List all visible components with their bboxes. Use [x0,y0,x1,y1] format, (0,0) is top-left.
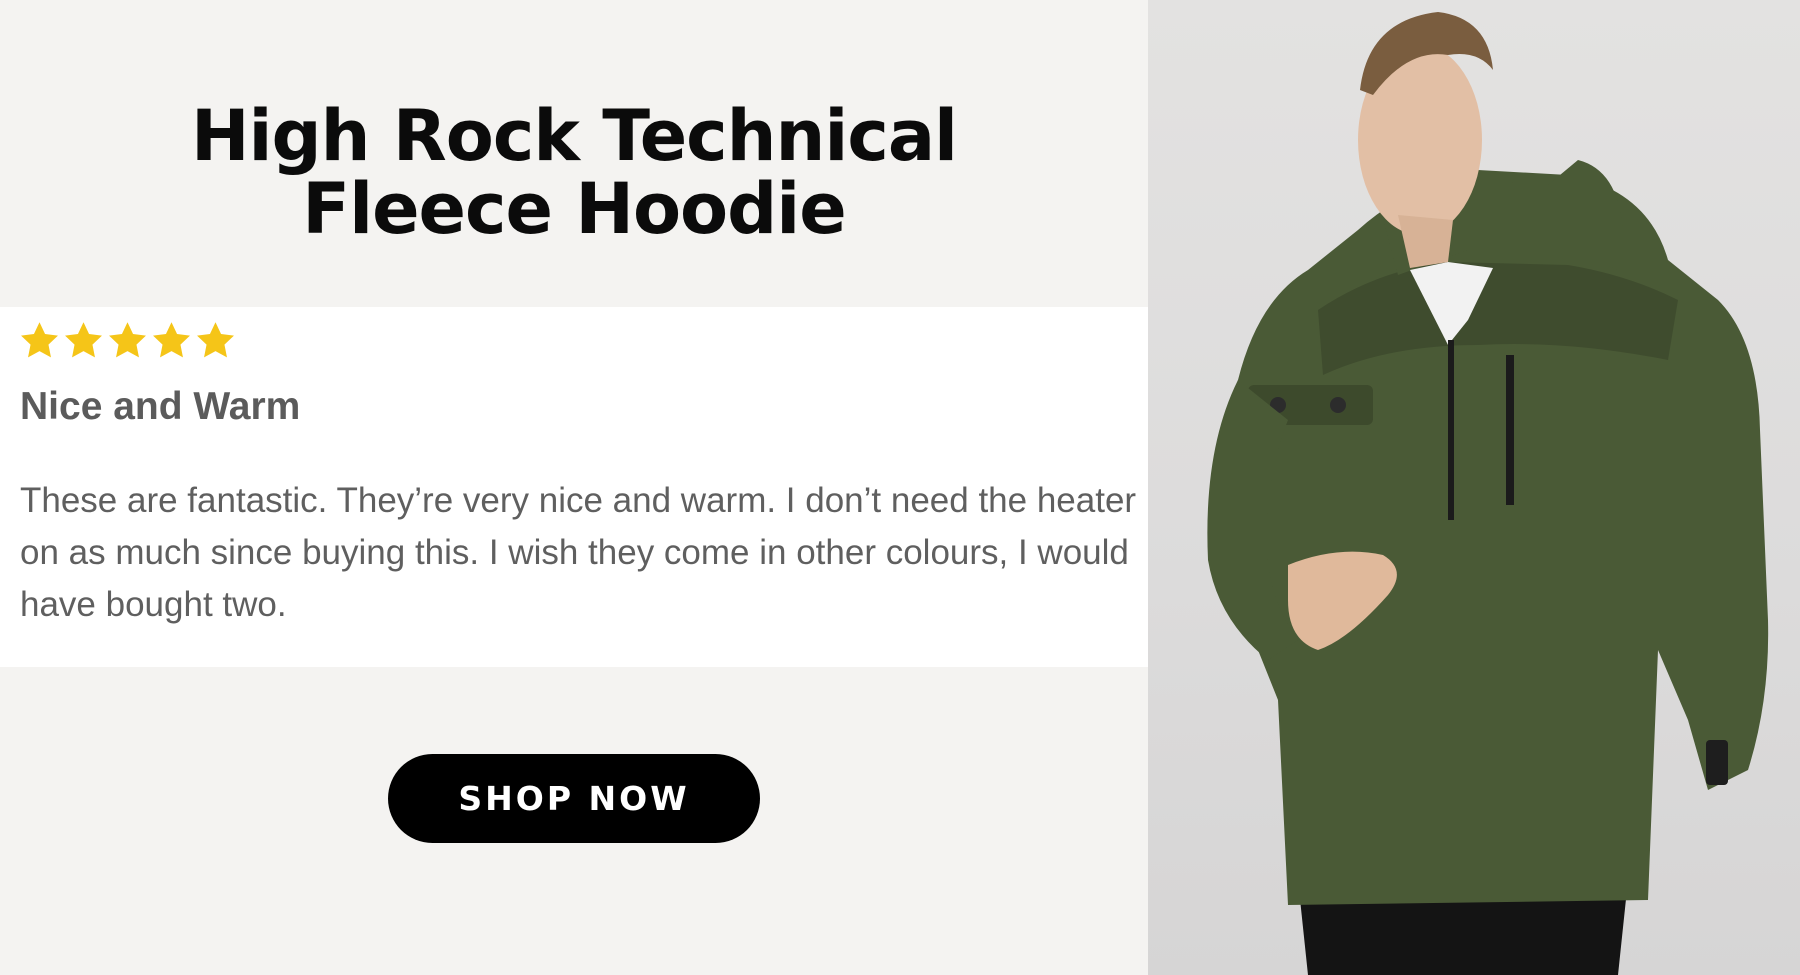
star-icon [65,322,102,358]
model-illustration [1207,12,1769,975]
cuff-tab [1706,740,1728,785]
star-icon [153,322,190,358]
star-rating [18,319,237,369]
product-title-line-2: Fleece Hoodie [302,168,846,250]
chest-pocket-zipper [1506,355,1514,505]
product-title-line-1: High Rock Technical [190,95,958,177]
star-icon [109,322,146,358]
center-zipper [1448,340,1454,520]
promo-banner: High Rock Technical Fleece Hoodie Nice a… [0,0,1800,975]
star-icon [21,322,58,358]
promo-text-panel: High Rock Technical Fleece Hoodie Nice a… [0,0,1148,975]
product-photo [1148,0,1800,975]
product-title: High Rock Technical Fleece Hoodie [0,100,1148,246]
star-icon [197,322,234,358]
shop-now-button[interactable]: SHOP NOW [388,754,760,843]
review-card: Nice and Warm These are fantastic. They’… [0,307,1148,667]
review-title: Nice and Warm [20,385,301,428]
review-text: These are fantastic. They’re very nice a… [20,481,1137,624]
pocket-snap [1330,397,1346,413]
